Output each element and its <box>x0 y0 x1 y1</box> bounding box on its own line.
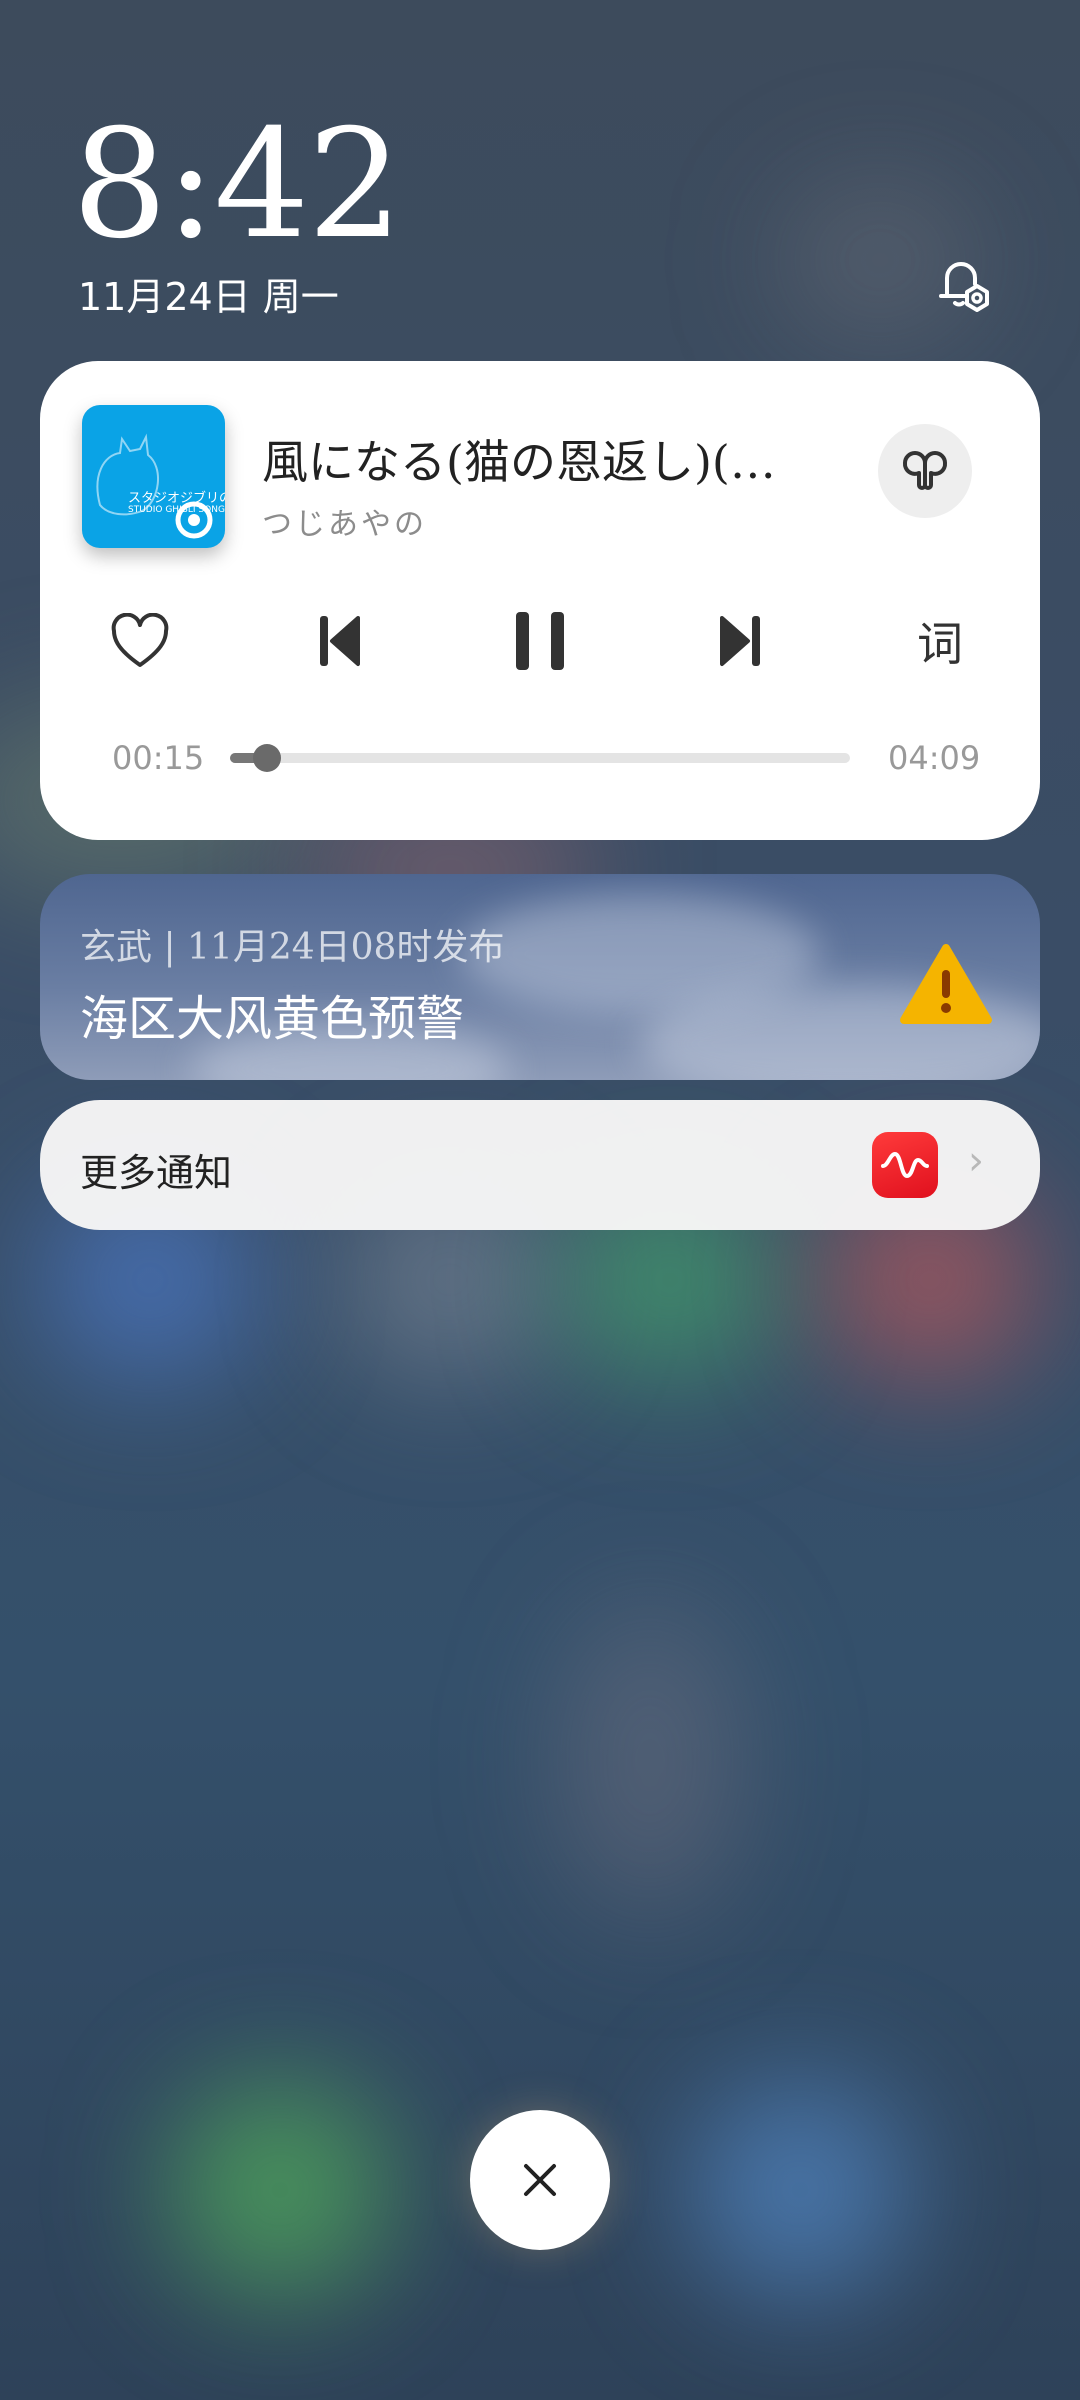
album-art-subtext: STUDIO GHIBLI SONGS <box>128 505 225 515</box>
health-app-icon <box>872 1132 938 1198</box>
close-button[interactable] <box>470 2110 610 2250</box>
more-notifications-label: 更多通知 <box>80 1151 233 1195</box>
progress-thumb[interactable] <box>253 744 282 772</box>
weather-alert-meta: 玄武 | 11月24日08时发布 <box>80 927 505 968</box>
weather-alert-card[interactable]: 玄武 | 11月24日08时发布 海区大风黄色预警 <box>40 874 1040 1080</box>
skip-next-icon <box>720 616 760 666</box>
pause-button[interactable] <box>500 601 580 681</box>
close-icon <box>524 2164 556 2196</box>
weather-alert-title: 海区大风黄色预警 <box>80 991 465 1047</box>
progress-bar[interactable] <box>230 744 850 772</box>
more-notifications-button[interactable]: 更多通知 › <box>40 1100 1040 1230</box>
media-player-card[interactable]: スタジオジブリの歌 STUDIO GHIBLI SONGS 風になる(猫の恩返し… <box>40 361 1040 840</box>
lockscreen-date: 11月24日 周一 <box>78 275 339 319</box>
bell-settings-icon[interactable] <box>925 250 995 320</box>
total-time: 04:09 <box>888 739 981 777</box>
warning-triangle-icon <box>900 944 992 1024</box>
audio-output-button[interactable] <box>878 424 972 518</box>
chevron-right-icon: › <box>968 1138 984 1184</box>
elapsed-time: 00:15 <box>112 739 205 777</box>
previous-track-button[interactable] <box>300 601 380 681</box>
song-title: 風になる(猫の恩返し)(… <box>262 435 776 489</box>
lyrics-button[interactable]: 词 <box>900 601 980 681</box>
next-track-button[interactable] <box>700 601 780 681</box>
album-art-text: スタジオジブリの歌 <box>128 491 225 506</box>
lockscreen-clock: 8:42 <box>72 98 403 272</box>
heart-icon <box>111 613 169 667</box>
song-artist: つじあやの <box>262 507 427 542</box>
like-button[interactable] <box>100 601 180 681</box>
pause-icon <box>516 612 564 670</box>
earbuds-icon <box>903 451 947 490</box>
skip-previous-icon <box>320 616 360 666</box>
album-art[interactable]: スタジオジブリの歌 STUDIO GHIBLI SONGS <box>82 405 225 548</box>
